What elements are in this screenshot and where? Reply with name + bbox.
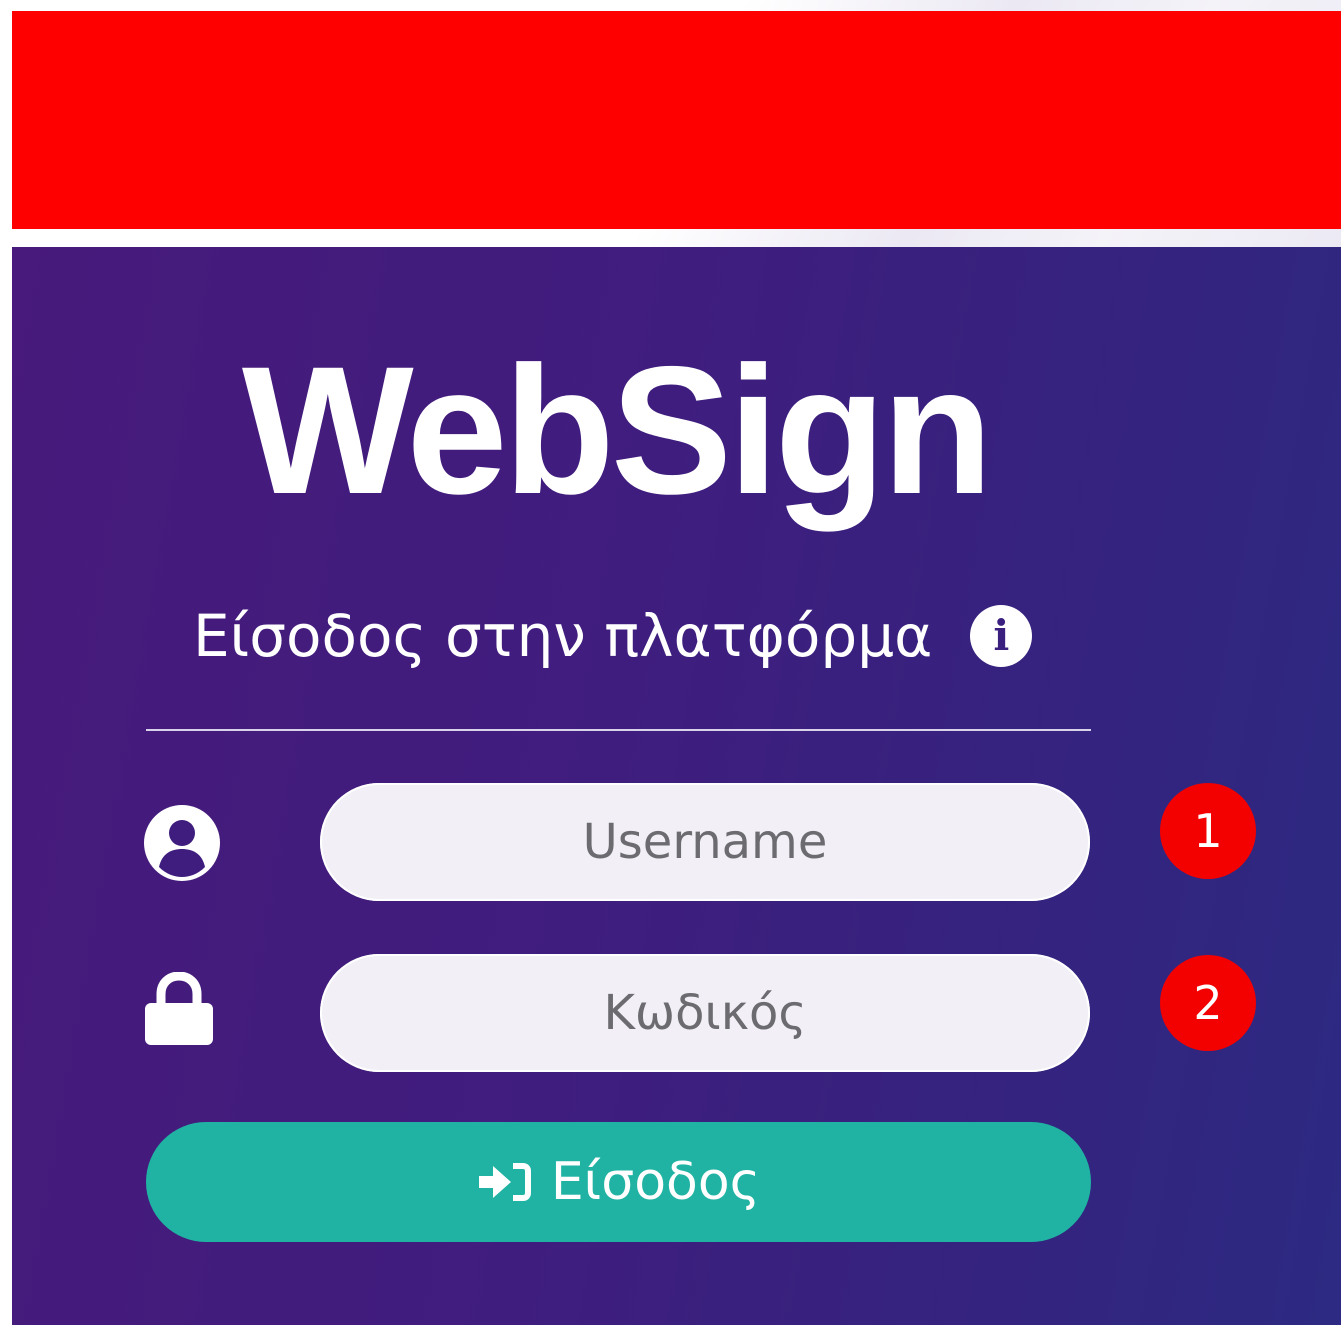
user-icon <box>144 805 220 881</box>
info-icon[interactable]: i <box>970 605 1033 667</box>
subtitle-row: Είσοδος στην πλατφόρμα i <box>193 596 1063 676</box>
divider <box>146 729 1091 731</box>
password-input[interactable] <box>320 954 1090 1072</box>
page-subtitle: Είσοδος στην πλατφόρμα <box>193 602 933 670</box>
step-badge-1: 1 <box>1160 783 1256 879</box>
sign-in-icon <box>478 1163 531 1201</box>
login-button[interactable]: Είσοδος <box>146 1122 1091 1242</box>
login-button-label: Είσοδος <box>550 1152 761 1212</box>
lock-icon <box>145 972 213 1045</box>
websign-logo: WebSign <box>241 328 993 532</box>
username-input[interactable] <box>320 783 1090 901</box>
redacted-banner <box>12 11 1341 229</box>
step-badge-2: 2 <box>1160 955 1256 1051</box>
